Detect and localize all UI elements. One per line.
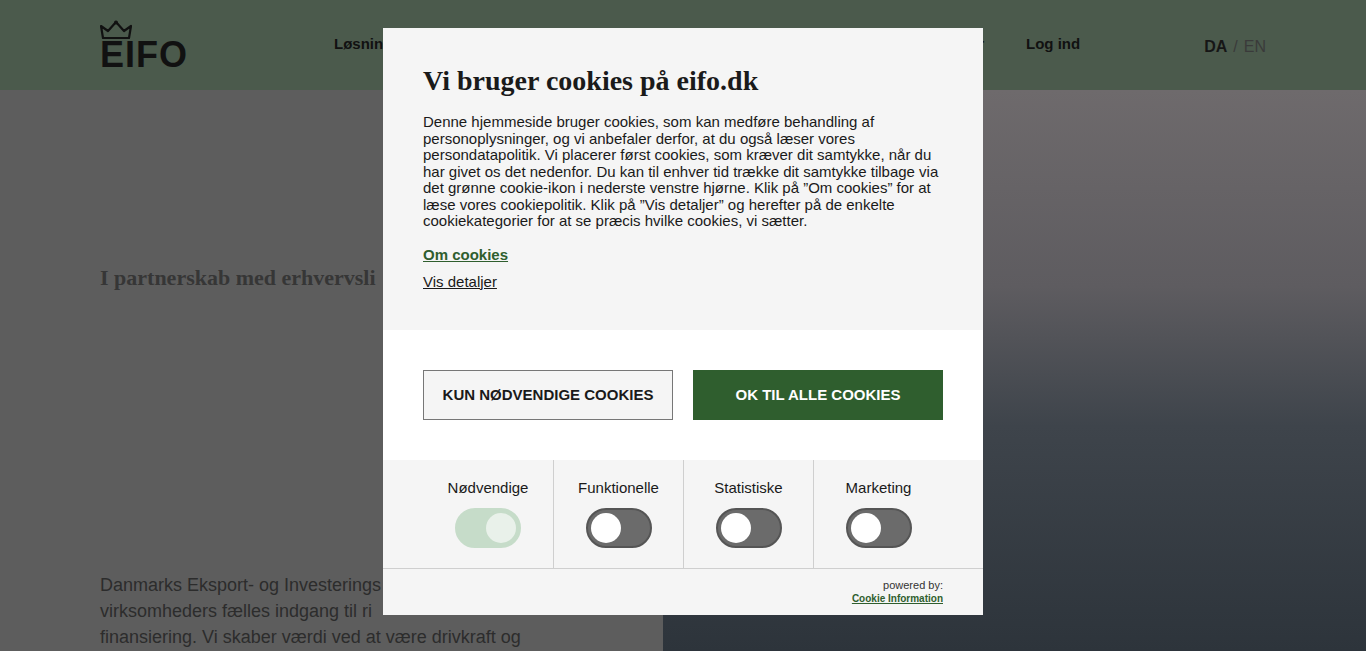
- cookie-category: Marketing: [813, 460, 943, 568]
- cookie-category: Statistiske: [683, 460, 813, 568]
- category-toggle[interactable]: [586, 508, 652, 548]
- consent-button[interactable]: KUN NØDVENDIGE COOKIES: [423, 370, 673, 420]
- language-option[interactable]: EN: [1244, 38, 1266, 56]
- language-separator: /: [1233, 38, 1237, 56]
- page: EIFOLøsninrLog indDA/ENI partnerskab med…: [0, 0, 1366, 651]
- category-toggle[interactable]: [846, 508, 912, 548]
- nav-item[interactable]: Log ind: [1026, 35, 1080, 52]
- dialog-body: Denne hjemmeside bruger cookies, som kan…: [423, 114, 943, 230]
- consent-button[interactable]: OK TIL ALLE COOKIES: [693, 370, 943, 420]
- crown-icon: [100, 20, 132, 40]
- dialog-intro: Vi bruger cookies på eifo.dk Denne hjemme…: [383, 28, 983, 330]
- cookie-category: Funktionelle: [553, 460, 683, 568]
- toggle-knob: [591, 513, 621, 543]
- language-switch: DA / EN: [1204, 38, 1266, 56]
- cookie-category: Nødvendige: [423, 460, 553, 568]
- paragraph-line: finansiering. Vi skaber værdi ved at vær…: [100, 624, 663, 650]
- category-label: Nødvendige: [448, 478, 529, 498]
- dialog-buttons: KUN NØDVENDIGE COOKIES OK TIL ALLE COOKIE…: [383, 330, 983, 460]
- nav: rLog ind: [978, 39, 1080, 52]
- dialog-title: Vi bruger cookies på eifo.dk: [423, 64, 758, 98]
- category-toggle: [455, 508, 521, 548]
- logo-text: EIFO: [100, 40, 188, 70]
- provider-link[interactable]: Cookie Information: [852, 592, 943, 605]
- powered-by: powered by:: [883, 579, 943, 592]
- category-toggle[interactable]: [716, 508, 782, 548]
- toggle-knob: [486, 513, 516, 543]
- category-label: Marketing: [846, 478, 912, 498]
- category-label: Funktionelle: [578, 478, 659, 498]
- toggle-knob: [721, 513, 751, 543]
- cookie-dialog: Vi bruger cookies på eifo.dk Denne hjemme…: [383, 28, 983, 615]
- dialog-link[interactable]: Om cookies: [423, 246, 508, 263]
- dialog-footer: powered by:Cookie Information: [383, 569, 983, 615]
- category-label: Statistiske: [714, 478, 782, 498]
- dialog-link[interactable]: Vis detaljer: [423, 273, 497, 290]
- cookie-categories: Nødvendige Funktionelle Statistiske Marketi…: [383, 460, 983, 569]
- toggle-knob: [851, 513, 881, 543]
- logo[interactable]: EIFO: [100, 20, 334, 70]
- nav-item[interactable]: Løsnin: [334, 35, 383, 52]
- language-option[interactable]: DA: [1204, 38, 1227, 56]
